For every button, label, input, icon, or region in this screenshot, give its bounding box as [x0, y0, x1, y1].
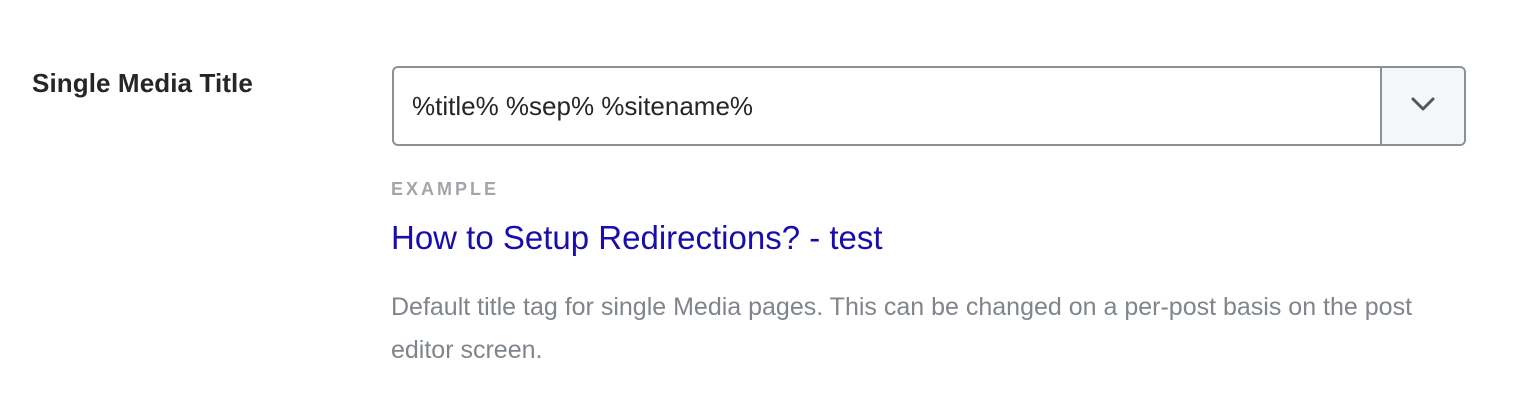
title-format-input[interactable]	[394, 68, 1380, 144]
example-title-preview: How to Setup Redirections? - test	[391, 219, 883, 256]
chevron-down-icon	[1410, 96, 1436, 117]
field-label: Single Media Title	[32, 68, 253, 98]
variables-dropdown-button[interactable]	[1380, 68, 1464, 144]
example-label: EXAMPLE	[391, 179, 500, 199]
field-description: Default title tag for single Media pages…	[391, 293, 1413, 364]
title-format-input-group	[392, 66, 1466, 146]
